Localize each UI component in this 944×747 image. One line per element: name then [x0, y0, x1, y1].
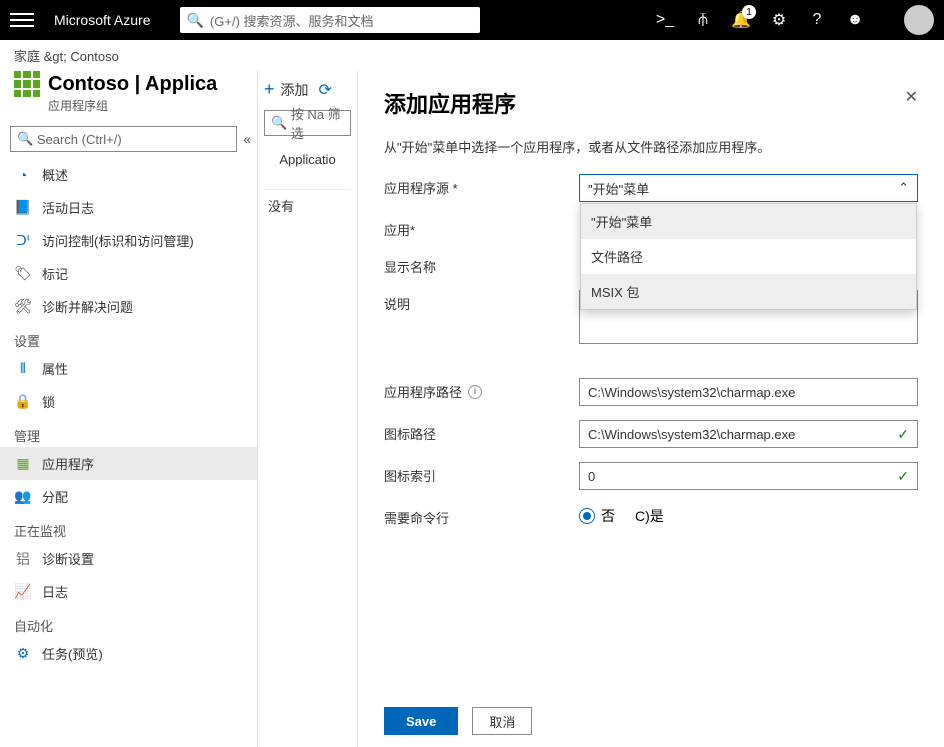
nav-access-control[interactable]: ᑐ⁠ᑊ访问控制(标识和访问管理) [0, 224, 257, 257]
appgroup-icon [14, 71, 40, 97]
sidebar-nav: ◔概述 📘活动日志 ᑐ⁠ᑊ访问控制(标识和访问管理) 🏷标记 🛠诊断并解决问题 … [0, 158, 257, 747]
app-source-value: "开始"菜单 [588, 179, 649, 198]
search-icon: 🔍 [17, 131, 33, 147]
crumb-current[interactable]: Contoso [70, 49, 118, 64]
diag-icon: 铝 [14, 550, 32, 568]
nav-properties[interactable]: ⦀属性 [0, 352, 257, 385]
panel-footer: Save 取消 [384, 707, 532, 735]
icon-path-input[interactable]: C:\Windows\system32\charmap.exe✓ [579, 420, 918, 448]
brand-label: Microsoft Azure [54, 12, 150, 28]
app-path-input[interactable]: C:\Windows\system32\charmap.exe [579, 378, 918, 406]
check-icon: ✓ [897, 426, 909, 443]
directory-icon[interactable]: ⫚ [694, 11, 712, 29]
resource-subtitle: 应用程序组 [48, 97, 243, 114]
avatar[interactable] [904, 5, 934, 35]
nav-assignments[interactable]: 👥分配 [0, 480, 257, 513]
tasks-icon: ⚙ [14, 645, 32, 663]
app-source-dropdown: "开始"菜单 文件路径 MSIX 包 [580, 203, 917, 310]
notifications-icon[interactable]: 🔔1 [732, 11, 750, 29]
sidebar-header: Contoso | Applica 应用程序组 [0, 71, 257, 120]
section-manage: 管理 [0, 418, 257, 447]
sidebar: Contoso | Applica 应用程序组 🔍 Search (Ctrl+/… [0, 71, 258, 747]
chevron-up-icon: ⌃ [898, 180, 909, 196]
lock-icon: 🔒 [14, 393, 32, 411]
add-application-panel: 添加应用程序 ✕ 从"开始"菜单中选择一个应用程序，或者从文件路径添加应用程序。… [358, 71, 944, 747]
notif-badge: 1 [742, 5, 756, 19]
label-app-path: 应用程序路径i [384, 378, 579, 401]
collapse-sidebar-icon[interactable]: « [243, 131, 251, 147]
search-icon: 🔍 [271, 115, 287, 131]
sidebar-search-placeholder: Search (Ctrl+/) [37, 132, 122, 147]
top-icon-bar: >_ ⫚ 🔔1 ⚙ ? ☻ [656, 5, 934, 35]
list-toolbar: + 添加 ⟳ [264, 79, 351, 100]
info-icon[interactable]: i [468, 385, 482, 399]
apps-icon: ▦ [14, 455, 32, 473]
nav-tags[interactable]: 🏷标记 [0, 257, 257, 290]
diagnose-icon: 🛠 [14, 298, 32, 316]
option-msix-package[interactable]: MSIX 包 [581, 274, 916, 309]
nav-logs[interactable]: 📈日志 [0, 575, 257, 608]
nav-tasks[interactable]: ⚙任务(预览) [0, 637, 257, 670]
help-icon[interactable]: ? [808, 11, 826, 29]
crumb-sep: &gt; [44, 49, 71, 64]
label-icon-index: 图标索引 [384, 462, 579, 485]
option-start-menu[interactable]: "开始"菜单 [581, 204, 916, 239]
label-display-name: 显示名称 [384, 253, 579, 276]
radio-dot-on [579, 508, 595, 524]
overview-icon: ◔ [14, 166, 32, 184]
content-area: Contoso | Applica 应用程序组 🔍 Search (Ctrl+/… [0, 71, 944, 747]
need-cli-radio-group: 否 C)是 [579, 504, 918, 526]
sidebar-search[interactable]: 🔍 Search (Ctrl+/) [10, 126, 237, 152]
cloudshell-icon[interactable]: >_ [656, 11, 674, 29]
add-button[interactable]: 添加 [281, 80, 309, 100]
people-icon: ᑐ⁠ᑊ [14, 232, 32, 250]
label-need-cli: 需要命令行 [384, 504, 579, 527]
top-bar: Microsoft Azure 🔍 (G+/) 搜索资源、服务和文档 >_ ⫚ … [0, 0, 944, 40]
filter-input[interactable]: 🔍 按 Na 筛选 [264, 110, 351, 136]
nav-diagnose[interactable]: 🛠诊断并解决问题 [0, 290, 257, 323]
empty-text: 没有 [264, 190, 351, 221]
nav-activity-log[interactable]: 📘活动日志 [0, 191, 257, 224]
nav-locks[interactable]: 🔒锁 [0, 385, 257, 418]
hamburger-icon[interactable] [10, 13, 34, 27]
properties-icon: ⦀ [14, 360, 32, 378]
label-app: 应用* [384, 216, 579, 239]
tag-icon: 🏷 [14, 265, 32, 283]
radio-no[interactable]: 否 [579, 506, 615, 526]
feedback-icon[interactable]: ☻ [846, 11, 864, 29]
nav-applications[interactable]: ▦应用程序 [0, 447, 257, 480]
label-description: 说明 [384, 290, 579, 313]
section-settings: 设置 [0, 323, 257, 352]
section-monitor: 正在监视 [0, 513, 257, 542]
column-header[interactable]: Applicatio [264, 146, 351, 190]
check-icon: ✓ [897, 468, 909, 485]
assign-icon: 👥 [14, 488, 32, 506]
close-icon[interactable]: ✕ [905, 87, 918, 107]
label-source: 应用程序源 * [384, 174, 579, 197]
settings-icon[interactable]: ⚙ [770, 11, 788, 29]
crumb-home[interactable]: 家庭 [14, 49, 40, 64]
list-column: + 添加 ⟳ 🔍 按 Na 筛选 Applicatio 没有 [258, 71, 358, 747]
save-button[interactable]: Save [384, 707, 458, 735]
panel-desc: 从"开始"菜单中选择一个应用程序，或者从文件路径添加应用程序。 [384, 137, 918, 156]
logs-icon: 📈 [14, 583, 32, 601]
breadcrumb: 家庭 &gt; Contoso [0, 40, 944, 71]
global-search[interactable]: 🔍 (G+/) 搜索资源、服务和文档 [180, 7, 480, 33]
plus-icon: + [264, 79, 275, 100]
refresh-icon[interactable]: ⟳ [319, 80, 332, 100]
app-source-select[interactable]: "开始"菜单 ⌃ "开始"菜单 文件路径 MSIX 包 [579, 174, 918, 202]
label-icon-path: 图标路径 [384, 420, 579, 443]
search-placeholder: (G+/) 搜索资源、服务和文档 [210, 11, 374, 30]
radio-yes[interactable]: C)是 [635, 506, 664, 526]
nav-overview[interactable]: ◔概述 [0, 158, 257, 191]
cancel-button[interactable]: 取消 [472, 707, 532, 735]
panel-title: 添加应用程序 [384, 87, 516, 119]
icon-index-input[interactable]: 0✓ [579, 462, 918, 490]
option-file-path[interactable]: 文件路径 [581, 239, 916, 274]
resource-title: Contoso | Applica [48, 73, 217, 96]
search-icon: 🔍 [186, 12, 203, 29]
section-automation: 自动化 [0, 608, 257, 637]
log-icon: 📘 [14, 199, 32, 217]
nav-diag-settings[interactable]: 铝诊断设置 [0, 542, 257, 575]
